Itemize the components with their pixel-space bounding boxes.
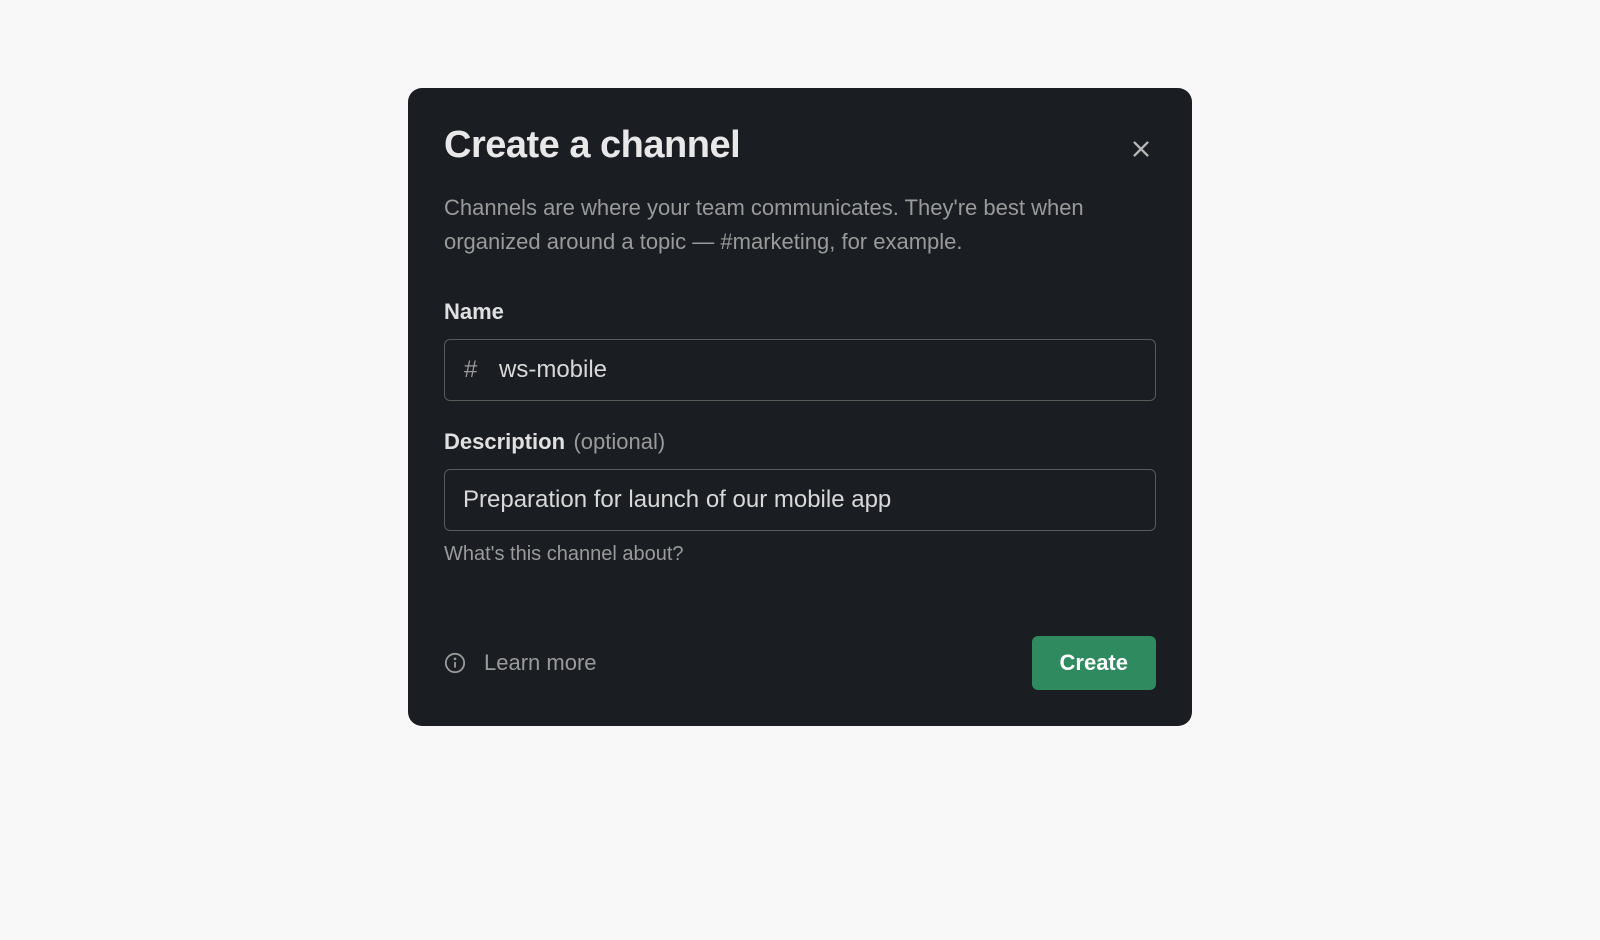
channel-description-input[interactable] — [444, 469, 1156, 531]
name-field-group: Name # — [444, 299, 1156, 401]
close-button[interactable] — [1126, 134, 1156, 164]
learn-more-link[interactable]: Learn more — [444, 650, 597, 676]
modal-title: Create a channel — [444, 124, 740, 167]
name-label: Name — [444, 299, 504, 324]
description-helper-text: What's this channel about? — [444, 543, 1156, 566]
info-icon — [444, 652, 466, 674]
modal-description: Channels are where your team communicate… — [444, 191, 1156, 259]
name-input-wrapper: # — [444, 339, 1156, 401]
modal-footer: Learn more Create — [444, 636, 1156, 690]
description-input-wrapper — [444, 469, 1156, 531]
create-channel-modal: Create a channel Channels are where your… — [408, 88, 1192, 726]
description-optional-text: (optional) — [573, 429, 665, 454]
close-icon — [1130, 138, 1152, 160]
description-field-group: Description (optional) What's this chann… — [444, 429, 1156, 566]
modal-header: Create a channel — [444, 124, 1156, 167]
create-button[interactable]: Create — [1032, 636, 1156, 690]
learn-more-label: Learn more — [484, 650, 597, 676]
channel-name-input[interactable] — [444, 339, 1156, 401]
description-label: Description — [444, 429, 565, 454]
